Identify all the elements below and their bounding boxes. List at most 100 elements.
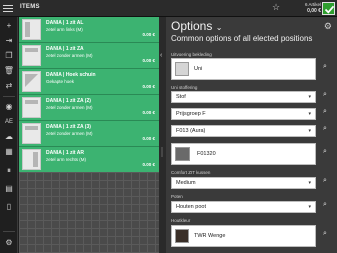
item-thumbnail (22, 45, 41, 66)
item-name: DANIA | 1 zit ZA (2) (46, 98, 91, 104)
item-price: 0.00 € (142, 110, 155, 115)
options-panel: Options ⌄ ⚙ Common options of all electe… (166, 17, 337, 253)
list-item[interactable]: DANIA | 1 zit AR zetel arm rechts (M) 0.… (19, 147, 159, 173)
view-icon[interactable]: ▦ (3, 146, 15, 158)
item-name: DANIA | 1 zit AL (46, 20, 84, 26)
left-toolbar: + ⇥ ❐ 🗑 ⇄ ◉ AE ☁ ▦ ⏸ ▤ ▯ ⚙ (0, 17, 18, 253)
chevron-down-icon: ▾ (308, 111, 311, 117)
item-price: 0.00 € (142, 32, 155, 37)
options-subtitle: Common options of all elected positions (171, 34, 313, 43)
option-value: Stof (176, 94, 186, 100)
item-thumbnail (22, 123, 41, 144)
cart-total: 0,00 € (307, 8, 321, 14)
option-field-legs[interactable]: Houten poot ▾ (171, 201, 316, 213)
item-price: 0.00 € (142, 84, 155, 89)
option-swatch (175, 62, 189, 76)
items-list: DANIA | 1 zit AL zetel arm links (M) 0.0… (19, 17, 159, 253)
search-icon[interactable]: ⌕ (318, 201, 332, 213)
item-name: DANIA | 1 zit ZA (46, 46, 84, 52)
option-value: F01320 (197, 151, 216, 157)
add-icon[interactable]: + (3, 20, 15, 32)
search-icon[interactable]: ⌕ (318, 63, 332, 75)
drag-handle-icon[interactable] (161, 147, 163, 157)
document-icon[interactable]: ▤ (3, 183, 15, 195)
chevron-down-icon: ▾ (308, 180, 311, 186)
chevron-down-icon: ▾ (308, 204, 311, 210)
item-price: 0.00 € (142, 58, 155, 63)
color-swatch (175, 147, 190, 161)
chevron-down-icon: ▾ (308, 128, 311, 134)
item-thumbnail (22, 149, 41, 170)
option-label: Uitvoering bekleding (171, 52, 212, 57)
clipboard-icon[interactable]: ▯ (3, 201, 15, 213)
option-value: Medium (176, 180, 196, 186)
cart-summary[interactable]: 6 Artikel 0,00 € (295, 2, 321, 14)
checkmark-icon (324, 5, 335, 14)
list-item[interactable]: DANIA | 1 zit AL zetel arm links (M) 0.0… (19, 17, 159, 43)
item-price: 0.00 € (142, 136, 155, 141)
eye-icon[interactable]: ◉ (3, 101, 15, 113)
option-field-fabric-code[interactable]: F013 (Aura) ▾ (171, 125, 316, 137)
chevron-down-icon: ⌄ (215, 23, 223, 32)
copy-icon[interactable]: ❐ (3, 50, 15, 62)
option-value: Prijsgroep F (176, 111, 206, 117)
star-icon[interactable]: ☆ (272, 2, 280, 13)
delete-icon[interactable]: 🗑 (3, 65, 15, 77)
option-field-upholstery-type[interactable]: Uni (171, 58, 316, 80)
panel-splitter[interactable]: ‹ (159, 17, 166, 253)
cart-count: 6 Artikel (304, 2, 321, 7)
align-icon[interactable]: ⇥ (3, 35, 15, 47)
option-value: Uni (194, 66, 203, 72)
option-label: Houtkleur (171, 218, 191, 223)
option-field-color[interactable]: F01320 (171, 143, 316, 165)
settings-icon[interactable]: ⚙ (3, 237, 15, 249)
rotate-icon[interactable]: ⇄ (3, 80, 15, 92)
item-thumbnail (22, 97, 41, 118)
item-description: zetel arm rechts (M) (46, 157, 87, 162)
chevron-down-icon: ▾ (308, 94, 311, 100)
search-icon[interactable]: ⌕ (318, 91, 332, 103)
option-label: Comfort ZIT kussen (171, 170, 211, 175)
search-icon[interactable]: ⌕ (318, 125, 332, 137)
list-item[interactable]: DANIA | 1 zit ZA (3) zetel zonder armen … (19, 121, 159, 147)
cloud-icon[interactable]: ☁ (3, 131, 15, 143)
option-value: F013 (Aura) (176, 128, 206, 134)
color-swatch (175, 229, 189, 243)
options-title[interactable]: Options ⌄ (171, 19, 222, 33)
option-field-price-group[interactable]: Prijsgroep F ▾ (171, 108, 316, 120)
item-description: zetel zonder armen (M) (46, 131, 93, 136)
item-name: DANIA | 1 zit ZA (3) (46, 124, 91, 130)
search-icon[interactable]: ⌕ (318, 108, 332, 120)
item-description: Gekapte hoek (46, 79, 75, 84)
hamburger-icon[interactable] (3, 3, 13, 13)
list-item[interactable]: DANIA | 1 zit ZA (2) zetel zonder armen … (19, 95, 159, 121)
item-description: zetel zonder armen (M) (46, 105, 93, 110)
item-description: zetel arm links (M) (46, 27, 83, 32)
option-value: TWR Wenge (194, 233, 226, 239)
page-title: ITEMS (20, 4, 40, 10)
option-label: Uni stoffering (171, 85, 198, 90)
option-label: Poten (171, 194, 183, 199)
top-bar: ITEMS ☆ 6 Artikel 0,00 € (0, 0, 337, 17)
search-icon[interactable]: ⌕ (318, 230, 332, 242)
pause-icon[interactable]: ⏸ (3, 165, 15, 177)
option-field-comfort[interactable]: Medium ▾ (171, 177, 316, 189)
item-name: DANIA | Hoek schuin (46, 72, 96, 78)
gear-icon[interactable]: ⚙ (324, 21, 332, 32)
option-field-fabric[interactable]: Stof ▾ (171, 91, 316, 103)
search-icon[interactable]: ⌕ (318, 148, 332, 160)
list-item[interactable]: DANIA | Hoek schuin Gekapte hoek 0.00 € (19, 69, 159, 95)
item-name: DANIA | 1 zit AR (46, 150, 84, 156)
confirm-button[interactable] (322, 2, 335, 15)
option-field-wood-color[interactable]: TWR Wenge (171, 225, 316, 247)
search-icon[interactable]: ⌕ (318, 177, 332, 189)
empty-grid-area (19, 172, 159, 253)
item-thumbnail (22, 19, 41, 40)
text-icon[interactable]: AE (3, 116, 15, 128)
item-description: zetel zonder armen (M) (46, 53, 93, 58)
list-item[interactable]: DANIA | 1 zit ZA zetel zonder armen (M) … (19, 43, 159, 69)
option-value: Houten poot (176, 204, 206, 210)
item-price: 0.00 € (142, 162, 155, 167)
item-thumbnail (22, 71, 41, 92)
collapse-arrow-icon[interactable]: ‹ (160, 52, 162, 59)
